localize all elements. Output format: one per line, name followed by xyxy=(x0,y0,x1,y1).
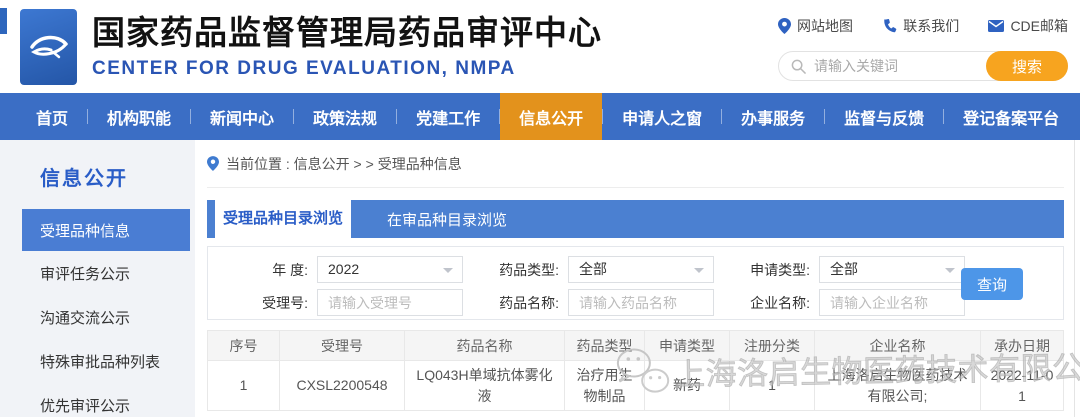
search-area: 搜索 xyxy=(778,51,1068,81)
filter-panel: 年 度: 2022 药品类型: 全部 申请类型: 全部 受理号: xyxy=(207,246,1064,320)
breadcrumb: 当前位置 : 信息公开 > > 受理品种信息 xyxy=(207,140,1064,188)
drug-name-input[interactable] xyxy=(568,289,714,316)
nav-item-policy[interactable]: 政策法规 xyxy=(294,93,396,140)
fish-logo-icon xyxy=(27,25,71,69)
drug-type-value: 全部 xyxy=(579,261,607,277)
site-header: 国家药品监督管理局药品审评中心 CENTER FOR DRUG EVALUATI… xyxy=(0,0,1080,93)
sidebar-item-priority-review[interactable]: 优先审评公示 xyxy=(22,383,190,417)
cell-drug-name: LQ043H单域抗体雾化液 xyxy=(405,361,565,411)
company-label: 企业名称: xyxy=(740,293,810,313)
phone-icon xyxy=(882,19,897,34)
breadcrumb-text: 当前位置 : 信息公开 > > 受理品种信息 xyxy=(226,154,462,174)
nav-item-registration-platform[interactable]: 登记备案平台 xyxy=(944,93,1078,140)
table-row: 1 CXSL2200548 LQ043H单域抗体雾化液 治疗用生物制品 新药 1… xyxy=(208,361,1064,411)
sidebar-item-communication[interactable]: 沟通交流公示 xyxy=(22,295,190,339)
drug-name-filter: 药品名称: xyxy=(489,289,714,316)
col-header-drug-type: 药品类型 xyxy=(565,331,645,361)
year-filter: 年 度: 2022 xyxy=(238,256,463,283)
drug-type-label: 药品类型: xyxy=(489,260,559,280)
nav-item-applicant-window[interactable]: 申请人之窗 xyxy=(603,93,721,140)
site-title: 国家药品监督管理局药品审评中心 xyxy=(92,14,602,52)
cde-website-page: 国家药品监督管理局药品审评中心 CENTER FOR DRUG EVALUATI… xyxy=(0,0,1080,417)
cde-mail-link[interactable]: CDE邮箱 xyxy=(988,16,1068,36)
query-button[interactable]: 查询 xyxy=(961,268,1023,300)
accept-no-label: 受理号: xyxy=(238,293,308,313)
col-header-date: 承办日期 xyxy=(981,331,1064,361)
col-header-reg-class: 注册分类 xyxy=(730,331,815,361)
sitemap-link[interactable]: 网站地图 xyxy=(778,16,853,36)
header-right: 网站地图 联系我们 CDE邮箱 搜索 xyxy=(778,16,1068,81)
chevron-down-icon xyxy=(443,268,453,273)
map-pin-icon xyxy=(778,18,791,34)
contact-link[interactable]: 联系我们 xyxy=(882,16,959,36)
chevron-down-icon xyxy=(945,268,955,273)
search-input[interactable] xyxy=(814,58,964,74)
nav-item-info-disclosure[interactable]: 信息公开 xyxy=(500,93,602,140)
nav-item-functions[interactable]: 机构职能 xyxy=(88,93,190,140)
nav-item-services[interactable]: 办事服务 xyxy=(722,93,824,140)
tab-under-review-catalog[interactable]: 在审品种目录浏览 xyxy=(365,200,529,238)
corner-decoration xyxy=(0,8,7,34)
nav-item-news[interactable]: 新闻中心 xyxy=(191,93,293,140)
cell-company: 上海洛启生物医药技术有限公司; xyxy=(815,361,981,411)
nav-item-supervision[interactable]: 监督与反馈 xyxy=(825,93,943,140)
mail-icon xyxy=(988,20,1004,32)
cell-reg-class: 1 xyxy=(730,361,815,411)
brand-block: 国家药品监督管理局药品审评中心 CENTER FOR DRUG EVALUATI… xyxy=(20,9,602,85)
sidebar-menu: 受理品种信息 审评任务公示 沟通交流公示 特殊审批品种列表 优先审评公示 xyxy=(22,209,190,417)
results-table: 序号 受理号 药品名称 药品类型 申请类型 注册分类 企业名称 承办日期 1 C… xyxy=(207,330,1064,411)
col-header-seq: 序号 xyxy=(208,331,280,361)
nav-item-home[interactable]: 首页 xyxy=(17,93,87,140)
apply-type-value: 全部 xyxy=(830,261,858,277)
search-icon xyxy=(791,59,806,74)
contact-label: 联系我们 xyxy=(903,16,959,36)
year-select[interactable]: 2022 xyxy=(317,256,463,283)
cde-logo xyxy=(20,9,77,85)
main-content: 当前位置 : 信息公开 > > 受理品种信息 受理品种目录浏览 在审品种目录浏览… xyxy=(195,140,1075,417)
sidebar-item-review-tasks[interactable]: 审评任务公示 xyxy=(22,251,190,295)
year-label: 年 度: xyxy=(238,260,308,280)
sidebar: 信息公开 受理品种信息 审评任务公示 沟通交流公示 特殊审批品种列表 优先审评公… xyxy=(0,140,195,417)
page-body: 信息公开 受理品种信息 审评任务公示 沟通交流公示 特殊审批品种列表 优先审评公… xyxy=(0,140,1080,417)
drug-type-select[interactable]: 全部 xyxy=(568,256,714,283)
year-value: 2022 xyxy=(328,261,359,277)
cde-mail-label: CDE邮箱 xyxy=(1010,16,1068,36)
accept-no-input[interactable] xyxy=(317,289,463,316)
apply-type-select[interactable]: 全部 xyxy=(819,256,965,283)
col-header-company: 企业名称 xyxy=(815,331,981,361)
drug-name-label: 药品名称: xyxy=(489,293,559,313)
cell-drug-type: 治疗用生物制品 xyxy=(565,361,645,411)
title-block: 国家药品监督管理局药品审评中心 CENTER FOR DRUG EVALUATI… xyxy=(92,9,602,85)
col-header-accept-no: 受理号 xyxy=(280,331,405,361)
col-header-apply-type: 申请类型 xyxy=(645,331,730,361)
filter-row-1: 年 度: 2022 药品类型: 全部 申请类型: 全部 xyxy=(208,256,1063,283)
site-subtitle: CENTER FOR DRUG EVALUATION, NMPA xyxy=(92,58,602,80)
table-header-row: 序号 受理号 药品名称 药品类型 申请类型 注册分类 企业名称 承办日期 xyxy=(208,331,1064,361)
company-input[interactable] xyxy=(819,289,965,316)
cell-date: 2022-11-01 xyxy=(981,361,1064,411)
location-pin-icon xyxy=(207,156,219,171)
nav-item-party[interactable]: 党建工作 xyxy=(397,93,499,140)
main-nav: 首页 机构职能 新闻中心 政策法规 党建工作 信息公开 申请人之窗 办事服务 监… xyxy=(0,93,1080,140)
cell-apply-type: 新药 xyxy=(645,361,730,411)
filter-row-2: 受理号: 药品名称: 企业名称: xyxy=(208,289,1063,316)
catalog-tabs: 受理品种目录浏览 在审品种目录浏览 xyxy=(207,200,1064,238)
company-filter: 企业名称: xyxy=(740,289,965,316)
cell-seq: 1 xyxy=(208,361,280,411)
accept-no-filter: 受理号: xyxy=(238,289,463,316)
drug-type-filter: 药品类型: 全部 xyxy=(489,256,714,283)
cell-accept-no: CXSL2200548 xyxy=(280,361,405,411)
sidebar-item-special-approval[interactable]: 特殊审批品种列表 xyxy=(22,339,190,383)
search-button[interactable]: 搜索 xyxy=(986,51,1068,81)
tab-accepted-catalog[interactable]: 受理品种目录浏览 xyxy=(215,197,351,238)
chevron-down-icon xyxy=(694,268,704,273)
quick-links: 网站地图 联系我们 CDE邮箱 xyxy=(778,16,1068,36)
sidebar-item-accepted-varieties[interactable]: 受理品种信息 xyxy=(22,209,190,251)
apply-type-filter: 申请类型: 全部 xyxy=(740,256,965,283)
apply-type-label: 申请类型: xyxy=(740,260,810,280)
sitemap-label: 网站地图 xyxy=(797,16,853,36)
col-header-drug-name: 药品名称 xyxy=(405,331,565,361)
sidebar-title: 信息公开 xyxy=(40,162,195,191)
